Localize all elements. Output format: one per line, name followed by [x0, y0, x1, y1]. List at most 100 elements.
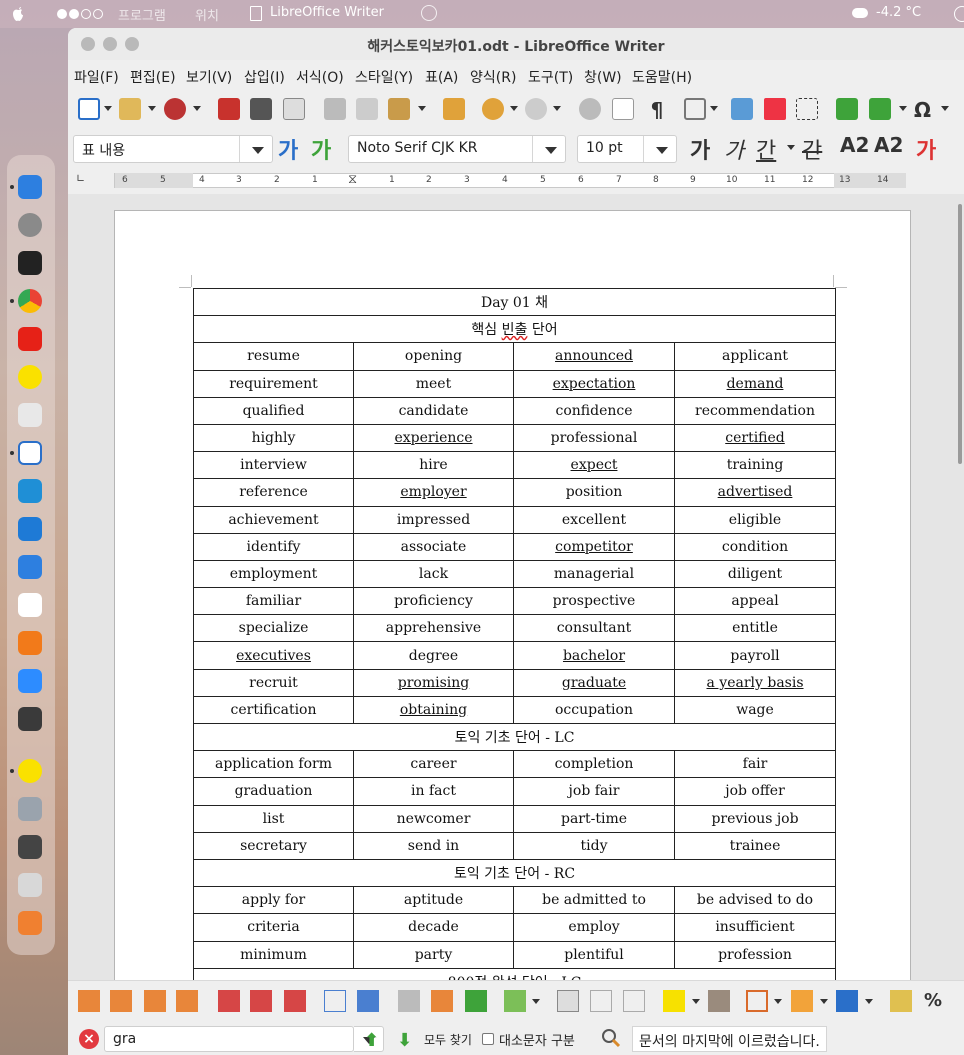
vocabulary-table[interactable]: Day 01 채 핵심 빈출 단어 resume opening announced ap… — [192, 287, 837, 996]
align-center-icon[interactable] — [590, 990, 612, 1012]
user-icon[interactable] — [954, 6, 964, 22]
table-cell[interactable]: employ — [513, 913, 675, 942]
export-pdf-icon[interactable] — [218, 98, 240, 120]
chevron-down-icon[interactable] — [418, 106, 426, 111]
table-cell[interactable]: candidate — [353, 396, 514, 425]
chevron-down-icon[interactable] — [710, 106, 718, 111]
table-cell[interactable]: job offer — [673, 777, 837, 806]
delete-table-icon[interactable] — [284, 990, 306, 1012]
menu-form[interactable]: 양식(R) — [470, 67, 516, 87]
table-cell[interactable]: certified — [673, 423, 837, 453]
chevron-down-icon[interactable] — [941, 106, 949, 111]
table-cell[interactable]: specialize — [193, 614, 354, 643]
chevron-down-icon[interactable] — [104, 106, 112, 111]
redo-icon[interactable] — [525, 98, 547, 120]
table-cell[interactable]: requirement — [193, 369, 354, 398]
chevron-down-icon[interactable] — [510, 106, 518, 111]
highlight-button[interactable]: 가 — [916, 133, 936, 165]
select-table-icon[interactable] — [357, 990, 379, 1012]
chevron-down-icon[interactable] — [532, 999, 540, 1004]
table-cell[interactable]: condition — [673, 532, 837, 561]
table-cell[interactable]: opening — [353, 342, 514, 371]
table-cell[interactable]: eligible — [673, 505, 837, 534]
table-cell[interactable]: job fair — [513, 777, 675, 806]
table-cell[interactable]: career — [353, 750, 514, 779]
chevron-down-icon[interactable] — [193, 106, 201, 111]
clone-format-icon[interactable] — [443, 98, 465, 120]
table-cell[interactable]: be admitted to — [513, 886, 675, 915]
paste-icon[interactable] — [388, 98, 410, 120]
table-cell[interactable]: part-time — [513, 804, 675, 833]
hancom-icon[interactable] — [18, 479, 42, 503]
formatting-marks-icon[interactable]: ¶ — [646, 98, 668, 122]
table-cell[interactable]: fair — [673, 750, 837, 779]
table-cell[interactable]: insufficient — [673, 913, 837, 942]
menu-view[interactable]: 보기(V) — [186, 67, 232, 87]
youtube-icon[interactable] — [18, 327, 42, 351]
menu-table[interactable]: 표(A) — [425, 67, 458, 87]
table-cell[interactable]: wage — [673, 695, 837, 725]
split-table-icon[interactable] — [465, 990, 487, 1012]
chevron-down-icon[interactable] — [899, 106, 907, 111]
chevron-down-icon[interactable] — [656, 147, 668, 154]
border-color-icon[interactable] — [836, 990, 858, 1012]
table-cell[interactable]: a yearly basis — [673, 668, 837, 697]
table-cell[interactable]: party — [353, 940, 514, 969]
superscript-button[interactable]: A2 — [840, 133, 869, 157]
vscode-icon[interactable] — [18, 517, 42, 541]
table-cell[interactable]: be advised to do — [673, 886, 837, 915]
table-cell[interactable]: qualified — [193, 396, 354, 425]
table-cell[interactable]: plentiful — [513, 940, 675, 969]
insert-column-before-icon[interactable] — [144, 990, 166, 1012]
table-cell[interactable]: apply for — [193, 886, 354, 915]
camera-icon[interactable] — [18, 707, 42, 731]
table-cell[interactable]: training — [673, 451, 837, 480]
document-area[interactable]: Day 01 채 핵심 빈출 단어 resume opening announced ap… — [68, 194, 964, 1000]
table-cell[interactable]: associate — [353, 532, 514, 561]
zoom-icon[interactable] — [18, 669, 42, 693]
table-cell[interactable]: advertised — [673, 478, 837, 507]
table-cell[interactable]: demand — [673, 369, 837, 398]
menu-help[interactable]: 도움말(H) — [632, 67, 692, 87]
table-cell[interactable]: proficiency — [353, 587, 514, 616]
table-cell[interactable]: appeal — [673, 587, 837, 616]
paragraph-style-box[interactable]: 표 내용 — [73, 135, 273, 163]
font-size-box[interactable]: 10 pt — [577, 135, 677, 163]
select-cell-icon[interactable] — [324, 990, 346, 1012]
table-cell[interactable]: occupation — [513, 695, 675, 725]
insert-textbox-icon[interactable] — [796, 98, 818, 120]
table-cell[interactable]: newcomer — [353, 804, 514, 833]
weather-temperature[interactable]: -4.2 °C — [876, 5, 921, 20]
underline-button[interactable]: 간 — [756, 133, 776, 165]
special-character-icon[interactable]: Ω — [914, 98, 936, 122]
table-cell[interactable]: promising — [353, 668, 514, 697]
table-section-header[interactable]: 핵심 빈출 단어 — [192, 315, 837, 344]
new-document-icon[interactable] — [78, 98, 100, 120]
chevron-down-icon[interactable] — [787, 145, 795, 150]
settings-icon[interactable] — [18, 213, 42, 237]
undo-icon[interactable] — [482, 98, 504, 120]
table-cell[interactable]: highly — [193, 423, 354, 453]
spelling-icon[interactable] — [612, 98, 634, 120]
indent-marker-icon[interactable]: ⧖ — [348, 172, 357, 187]
find-input[interactable]: gra — [104, 1026, 354, 1052]
menu-insert[interactable]: 삽입(I) — [244, 67, 285, 87]
table-cell[interactable]: bachelor — [513, 641, 675, 670]
table-cell[interactable]: identify — [193, 532, 354, 561]
chevron-down-icon[interactable] — [148, 106, 156, 111]
places-menu[interactable]: 위치 — [195, 5, 219, 24]
table-cell[interactable]: reference — [193, 478, 354, 507]
open-folder-icon[interactable] — [119, 98, 141, 120]
insert-image-icon[interactable] — [731, 98, 753, 120]
table-cell[interactable]: obtaining — [353, 695, 514, 725]
table-cell[interactable]: graduate — [513, 668, 675, 697]
chevron-down-icon[interactable] — [553, 106, 561, 111]
percent-format-icon[interactable]: % — [924, 990, 946, 1012]
table-cell[interactable]: secretary — [193, 831, 354, 860]
table-cell[interactable]: completion — [513, 750, 675, 779]
table-properties-icon[interactable] — [708, 990, 730, 1012]
kakaotalk-icon[interactable] — [18, 759, 42, 783]
print-icon[interactable] — [250, 98, 272, 120]
subscript-button[interactable]: A2 — [874, 133, 903, 157]
table-cell[interactable]: aptitude — [353, 886, 514, 915]
